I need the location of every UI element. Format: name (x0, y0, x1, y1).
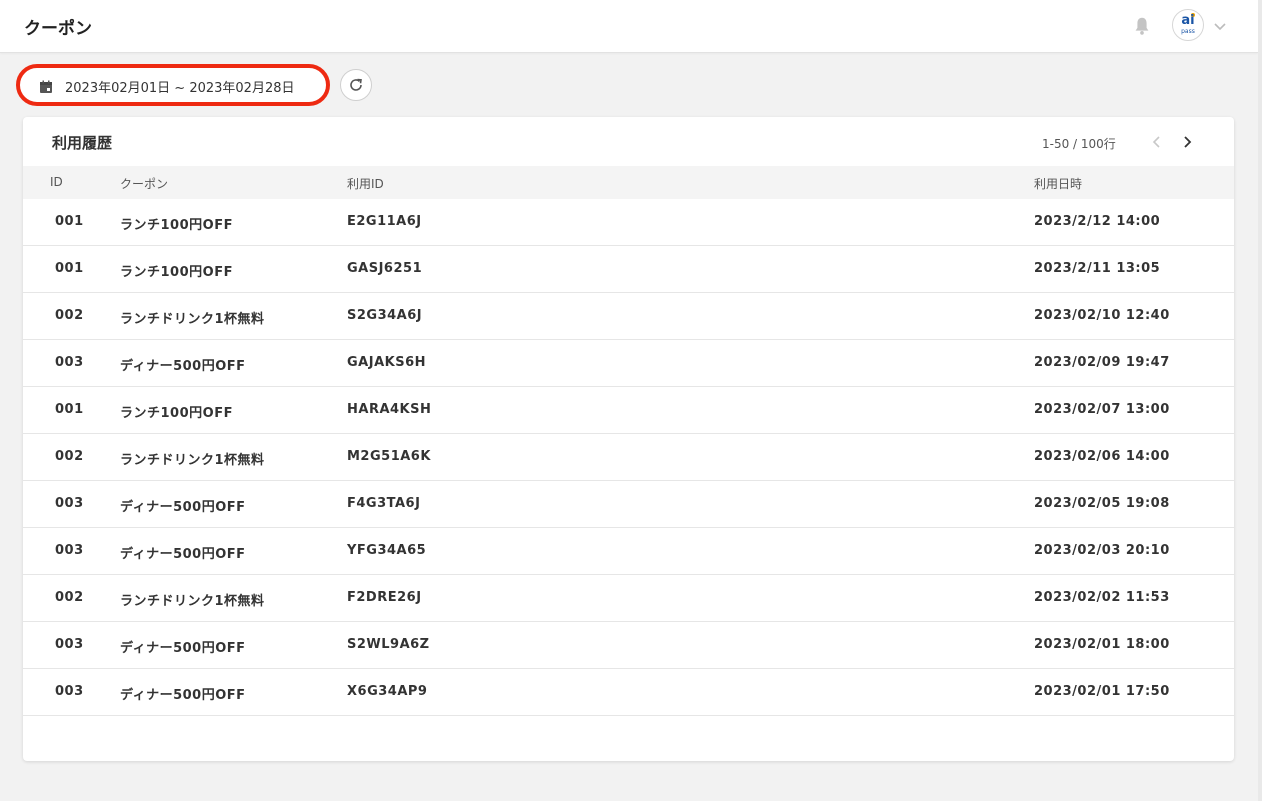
date-range-picker[interactable]: 2023年02月01日 ~ 2023年02月28日 (16, 64, 330, 106)
cell-coupon: ランチ100円OFF (120, 406, 233, 421)
cell-used-at: 2023/02/02 11:53 (1034, 590, 1170, 605)
table-row[interactable]: 003 ディナー500円OFF S2WL9A6Z 2023/02/01 18:0… (23, 622, 1234, 669)
cell-use-id: HARA4KSH (347, 402, 432, 417)
pagination-info: 1-50 / 100行 (1042, 137, 1116, 151)
date-range-text: 2023年02月01日 ~ 2023年02月28日 (65, 81, 295, 96)
cell-coupon: ランチ100円OFF (120, 265, 233, 280)
cell-used-at: 2023/02/01 17:50 (1034, 684, 1170, 699)
cell-id: 002 (55, 590, 84, 605)
app-header: クーポン ai pass (0, 0, 1258, 53)
cell-id: 003 (55, 684, 84, 699)
cell-use-id: S2G34A6J (347, 308, 423, 323)
cell-use-id: GASJ6251 (347, 261, 423, 276)
cell-coupon: ランチドリンク1杯無料 (120, 453, 265, 468)
cell-used-at: 2023/02/10 12:40 (1034, 308, 1170, 323)
cell-used-at: 2023/02/07 13:00 (1034, 402, 1170, 417)
calendar-icon (40, 80, 52, 93)
cell-coupon: ランチ100円OFF (120, 218, 233, 233)
cell-use-id: F4G3TA6J (347, 496, 421, 511)
cell-used-at: 2023/02/09 19:47 (1034, 355, 1170, 370)
chevron-left-icon[interactable] (1149, 132, 1165, 152)
cell-id: 001 (55, 261, 84, 276)
cell-coupon: ディナー500円OFF (120, 547, 246, 562)
cell-use-id: S2WL9A6Z (347, 637, 430, 652)
column-header-coupon: クーポン (120, 177, 169, 191)
cell-id: 003 (55, 355, 84, 370)
cell-used-at: 2023/02/03 20:10 (1034, 543, 1170, 558)
cell-coupon: ディナー500円OFF (120, 359, 246, 374)
table-row[interactable]: 002 ランチドリンク1杯無料 F2DRE26J 2023/02/02 11:5… (23, 575, 1234, 622)
avatar[interactable]: ai pass (1172, 9, 1204, 41)
cell-id: 001 (55, 402, 84, 417)
table-row[interactable]: 003 ディナー500円OFF F4G3TA6J 2023/02/05 19:0… (23, 481, 1234, 528)
cell-id: 003 (55, 496, 84, 511)
cell-used-at: 2023/2/12 14:00 (1034, 214, 1161, 229)
column-header-used-at: 利用日時 (1034, 177, 1083, 191)
chevron-right-icon[interactable] (1179, 132, 1195, 152)
table-row[interactable]: 002 ランチドリンク1杯無料 S2G34A6J 2023/02/10 12:4… (23, 293, 1234, 340)
table-row[interactable]: 003 ディナー500円OFF X6G34AP9 2023/02/01 17:5… (23, 669, 1234, 716)
chevron-down-icon[interactable] (1212, 18, 1228, 34)
cell-coupon: ディナー500円OFF (120, 688, 246, 703)
avatar-logo-subtext: pass (1181, 28, 1195, 35)
cell-use-id: M2G51A6K (347, 449, 431, 464)
cell-use-id: GAJAKS6H (347, 355, 426, 370)
cell-coupon: ランチドリンク1杯無料 (120, 312, 265, 327)
table-row[interactable]: 003 ディナー500円OFF GAJAKS6H 2023/02/09 19:4… (23, 340, 1234, 387)
column-header-use-id: 利用ID (347, 177, 384, 191)
page-title: クーポン (24, 19, 92, 39)
table-row[interactable]: 001 ランチ100円OFF GASJ6251 2023/2/11 13:05 (23, 246, 1234, 293)
cell-id: 001 (55, 214, 84, 229)
cell-id: 002 (55, 449, 84, 464)
cell-use-id: YFG34A65 (347, 543, 427, 558)
table-row[interactable]: 003 ディナー500円OFF YFG34A65 2023/02/03 20:1… (23, 528, 1234, 575)
cell-id: 002 (55, 308, 84, 323)
table-row[interactable]: 002 ランチドリンク1杯無料 M2G51A6K 2023/02/06 14:0… (23, 434, 1234, 481)
cell-use-id: F2DRE26J (347, 590, 422, 605)
table-header: ID クーポン 利用ID 利用日時 (23, 166, 1234, 199)
cell-coupon: ディナー500円OFF (120, 500, 246, 515)
cell-used-at: 2023/02/06 14:00 (1034, 449, 1170, 464)
table-row[interactable]: 001 ランチ100円OFF E2G11A6J 2023/2/12 14:00 (23, 199, 1234, 246)
cell-coupon: ディナー500円OFF (120, 641, 246, 656)
card-title: 利用履歴 (52, 134, 113, 152)
cell-used-at: 2023/2/11 13:05 (1034, 261, 1161, 276)
table-body: 001 ランチ100円OFF E2G11A6J 2023/2/12 14:00 … (23, 199, 1234, 716)
cell-used-at: 2023/02/01 18:00 (1034, 637, 1170, 652)
refresh-icon (350, 78, 362, 91)
bell-icon[interactable] (1131, 15, 1153, 37)
cell-coupon: ランチドリンク1杯無料 (120, 594, 265, 609)
column-header-id: ID (50, 175, 63, 189)
usage-history-card: 利用履歴 1-50 / 100行 ID クーポン 利用ID 利用日時 001 ラ… (23, 117, 1234, 761)
table-row[interactable]: 001 ランチ100円OFF HARA4KSH 2023/02/07 13:00 (23, 387, 1234, 434)
cell-use-id: X6G34AP9 (347, 684, 428, 699)
window-edge (1258, 0, 1262, 801)
cell-id: 003 (55, 543, 84, 558)
avatar-logo-text: ai (1181, 13, 1195, 28)
cell-id: 003 (55, 637, 84, 652)
refresh-button[interactable] (340, 69, 372, 101)
cell-used-at: 2023/02/05 19:08 (1034, 496, 1170, 511)
cell-use-id: E2G11A6J (347, 214, 422, 229)
